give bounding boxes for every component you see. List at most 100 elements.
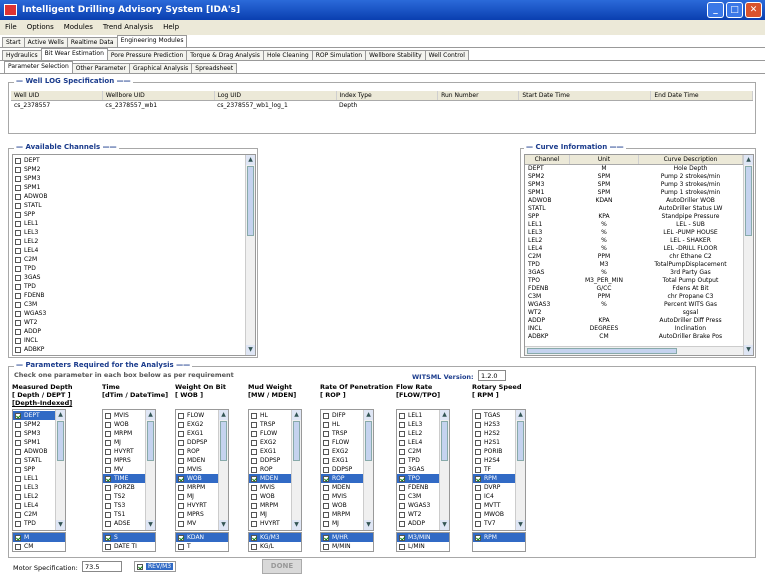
param-checkbox[interactable] bbox=[323, 439, 329, 446]
param-checkbox[interactable] bbox=[475, 466, 481, 473]
param-vscroll[interactable]: ▲ ▼ bbox=[439, 410, 449, 530]
param-vscroll[interactable]: ▲ ▼ bbox=[515, 410, 525, 530]
param-checkbox[interactable] bbox=[251, 484, 257, 491]
param-checkbox[interactable] bbox=[105, 511, 111, 518]
curve-info-table-container[interactable]: Channel Unit Curve Description DEPT M Hole De… bbox=[524, 154, 754, 356]
param-checkbox[interactable] bbox=[178, 421, 184, 428]
list-item[interactable]: LEL3 bbox=[13, 483, 55, 492]
unit-item[interactable]: M bbox=[13, 533, 65, 542]
channel-checkbox[interactable] bbox=[15, 346, 21, 353]
unit-item[interactable]: RPM bbox=[473, 533, 525, 542]
close-icon[interactable]: ✕ bbox=[745, 2, 762, 18]
list-item[interactable]: TPD bbox=[13, 519, 55, 528]
list-item[interactable]: SPM1 bbox=[13, 183, 245, 192]
menu-item-modules[interactable]: Modules bbox=[64, 20, 93, 35]
param-checkbox[interactable] bbox=[15, 484, 21, 491]
unit-item[interactable]: CM bbox=[13, 542, 65, 551]
list-item[interactable]: C3M bbox=[397, 492, 439, 501]
table-row[interactable]: ADWOB KDAN AutoDriller WOB bbox=[525, 197, 743, 205]
motor-unit-select[interactable]: REV/M3 bbox=[134, 561, 176, 572]
list-item[interactable]: MRPM bbox=[249, 501, 291, 510]
list-item[interactable]: LEL3 bbox=[397, 420, 439, 429]
list-item[interactable]: ADSE bbox=[103, 519, 145, 528]
list-item[interactable]: TF bbox=[473, 465, 515, 474]
unit-item[interactable]: KG/L bbox=[249, 542, 301, 551]
param-list-0[interactable]: DEPT SPM2 SPM3 SPM1 ADWOB STATL SPP LEL1 LEL3 LEL… bbox=[12, 409, 66, 531]
list-item[interactable]: EXG1 bbox=[321, 456, 363, 465]
param-checkbox[interactable] bbox=[475, 520, 481, 527]
channel-checkbox[interactable] bbox=[15, 229, 21, 236]
param-checkbox[interactable] bbox=[178, 466, 184, 473]
list-item[interactable]: DDPSP bbox=[249, 456, 291, 465]
param-checkbox[interactable] bbox=[251, 502, 257, 509]
param-checkbox[interactable] bbox=[251, 466, 257, 473]
channel-checkbox[interactable] bbox=[15, 166, 21, 173]
param-checkbox[interactable] bbox=[475, 484, 481, 491]
list-item[interactable]: LEL2 bbox=[13, 237, 245, 246]
list-item[interactable]: LEL3 bbox=[13, 228, 245, 237]
param-checkbox[interactable] bbox=[399, 412, 405, 419]
channel-checkbox[interactable] bbox=[15, 247, 21, 254]
table-row[interactable]: ADDP KPA AutoDriller Diff Press bbox=[525, 317, 743, 325]
param-checkbox[interactable] bbox=[251, 511, 257, 518]
list-item[interactable]: MRPM bbox=[321, 510, 363, 519]
param-checkbox[interactable] bbox=[475, 493, 481, 500]
motor-spec-field[interactable]: 73.5 bbox=[82, 561, 122, 572]
unit-item[interactable]: S bbox=[103, 533, 155, 542]
list-item[interactable]: MPRS bbox=[103, 456, 145, 465]
unit-item[interactable]: L/MIN bbox=[397, 542, 449, 551]
table-row[interactable]: TPD M3 TotalPumpDisplacement bbox=[525, 261, 743, 269]
channel-checkbox[interactable] bbox=[15, 202, 21, 209]
table-row[interactable]: LEL3% LEL -PUMP HOUSE bbox=[525, 229, 743, 237]
list-item[interactable]: MWOB bbox=[473, 510, 515, 519]
param-vscroll[interactable]: ▲ ▼ bbox=[291, 410, 301, 530]
menu-item-options[interactable]: Options bbox=[27, 20, 54, 35]
list-item[interactable]: MV bbox=[176, 519, 218, 528]
param-checkbox[interactable] bbox=[15, 502, 21, 509]
unit-item[interactable]: DATE TI bbox=[103, 542, 155, 551]
list-item[interactable]: DEPT bbox=[13, 156, 245, 165]
param-checkbox[interactable] bbox=[251, 475, 257, 482]
param-checkbox[interactable] bbox=[178, 502, 184, 509]
list-item[interactable]: EXG1 bbox=[249, 447, 291, 456]
list-item[interactable]: IC4 bbox=[473, 492, 515, 501]
witsml-version-field[interactable]: 1.2.0 bbox=[478, 370, 506, 381]
list-item[interactable]: 3GAS bbox=[13, 273, 245, 282]
table-row[interactable]: SPP KPA Standpipe Pressure bbox=[525, 213, 743, 221]
param-checkbox[interactable] bbox=[178, 475, 184, 482]
param-checkbox[interactable] bbox=[399, 430, 405, 437]
param-checkbox[interactable] bbox=[251, 430, 257, 437]
param-vscroll[interactable]: ▲ ▼ bbox=[218, 410, 228, 530]
param-checkbox[interactable] bbox=[323, 493, 329, 500]
param-vscroll[interactable]: ▲ ▼ bbox=[363, 410, 373, 530]
list-item[interactable]: MV bbox=[103, 465, 145, 474]
param-checkbox[interactable] bbox=[399, 421, 405, 428]
list-item[interactable]: H2S4 bbox=[473, 456, 515, 465]
param-checkbox[interactable] bbox=[105, 475, 111, 482]
list-item[interactable]: EXG2 bbox=[249, 438, 291, 447]
menu-item-help[interactable]: Help bbox=[163, 20, 179, 35]
list-item[interactable]: SPP bbox=[13, 210, 245, 219]
list-item[interactable]: DDPSP bbox=[176, 438, 218, 447]
list-item[interactable]: TS2 bbox=[103, 492, 145, 501]
table-row[interactable]: STATL AutoDriller Status LW bbox=[525, 205, 743, 213]
param-checkbox[interactable] bbox=[105, 421, 111, 428]
param-list-6[interactable]: TGAS H2S3 H2S2 H2S1 PORIB H2S4 TF RPM DVRP IC4 MVT… bbox=[472, 409, 526, 531]
list-item[interactable]: MVIS bbox=[321, 492, 363, 501]
table-row[interactable]: cs_2378557 cs_2378557_wb1 cs_2378557_wb1_l… bbox=[11, 101, 753, 111]
channel-checkbox[interactable] bbox=[15, 211, 21, 218]
list-item[interactable]: H2S1 bbox=[473, 438, 515, 447]
table-row[interactable]: LEL2% LEL - SHAKER bbox=[525, 237, 743, 245]
unit-checkbox[interactable] bbox=[105, 543, 111, 550]
list-item[interactable]: ROP bbox=[176, 447, 218, 456]
channel-checkbox[interactable] bbox=[15, 301, 21, 308]
param-checkbox[interactable] bbox=[15, 412, 21, 419]
list-item[interactable]: SPM1 bbox=[13, 438, 55, 447]
param-checkbox[interactable] bbox=[323, 484, 329, 491]
list-item[interactable]: LEL4 bbox=[13, 501, 55, 510]
list-item[interactable]: DEPT bbox=[13, 411, 55, 420]
list-item[interactable]: MJ bbox=[321, 519, 363, 528]
table-row[interactable]: LEL1% LEL - SUB bbox=[525, 221, 743, 229]
list-item[interactable]: FLOW bbox=[176, 411, 218, 420]
param-checkbox[interactable] bbox=[105, 466, 111, 473]
